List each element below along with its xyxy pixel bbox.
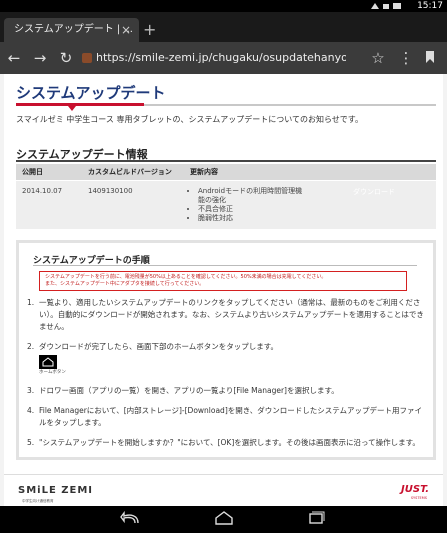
menu-icon[interactable]: ⋮ (396, 48, 416, 68)
close-tab-icon[interactable]: × (121, 18, 131, 42)
update-info-table: 公開日 カスタムビルドバージョン 更新内容 2014.10.07 1409130… (16, 164, 436, 229)
nav-home-icon[interactable] (212, 511, 236, 529)
intro-text: スマイルゼミ 中学生コース 専用タブレットの、システムアップデートについてのお知… (16, 115, 364, 124)
change-item: 不具合修正 (198, 205, 306, 214)
step-item: 5. "システムアップデートを開始しますか？"において、[OK]を選択します。そ… (25, 437, 425, 449)
page-title: システムアップデート (16, 84, 166, 102)
title-accent-pointer (68, 106, 76, 111)
step-text: 一覧より、適用したいシステムアップデートのリンクをタップしてください（通常は、最… (39, 298, 424, 331)
forward-arrow-icon[interactable]: → (30, 48, 50, 68)
logo-subtitle: 中学生向け通信教育 (22, 499, 54, 503)
step-item: 2. ダウンロードが完了したら、画面下部のホームボタンをタップします。 (25, 341, 425, 353)
web-content: システムアップデート スマイルゼミ 中学生コース 専用タブレットの、システムアッ… (0, 74, 447, 506)
bookmark-star-icon[interactable]: ☆ (368, 48, 388, 68)
home-button-icon (39, 355, 57, 369)
warning-box: システムアップデートを行う前に、電池残量が50%以上あることを確認してください。… (39, 271, 407, 291)
address-bar[interactable]: https://smile-zemi.jp/chugaku/osupdateha… (96, 48, 346, 68)
clock: 15:17 (417, 1, 443, 11)
nav-back-icon[interactable] (118, 510, 142, 529)
page-body: システムアップデート スマイルゼミ 中学生コース 専用タブレットの、システムアッ… (4, 74, 443, 506)
cell-date: 2014.10.07 (16, 180, 82, 229)
step-text: "システムアップデートを開始しますか？"において、[OK]を選択します。その後は… (39, 438, 420, 447)
reload-icon[interactable]: ↻ (56, 48, 76, 68)
site-favicon-icon (82, 53, 92, 63)
smile-zemi-logo[interactable]: SMiLE ZEMI (18, 485, 93, 496)
step-item: 4. File Managerにおいて、[内部ストレージ]-[Download]… (25, 405, 425, 429)
tab-title: システムアップデート | ... (14, 24, 133, 35)
home-button-caption: ホームボタン (39, 370, 66, 375)
step-list: 1. 一覧より、適用したいシステムアップデートのリンクをタップしてください（通常… (25, 297, 425, 457)
step-number: 1. (27, 298, 35, 307)
page-footer: SMiLE ZEMI 中学生向け通信教育 JUST. SYSTEMS (4, 474, 443, 506)
step-text: ダウンロードが完了したら、画面下部のホームボタンをタップします。 (39, 342, 279, 351)
device-frame: 15:17 システムアップデート | ... × + ← → ↻ https:/… (0, 0, 447, 533)
step-text: File Managerにおいて、[内部ストレージ]-[Download]を開き… (39, 406, 422, 427)
step-item: 3. ドロワー画面（アプリの一覧）を開き、アプリの一覧より[File Manag… (25, 385, 425, 397)
browser-tab-strip: システムアップデート | ... × + (0, 12, 447, 42)
change-item: Androidモードの利用時間管理機能の強化 (198, 187, 306, 205)
procedure-rule (33, 265, 417, 266)
step-text: ドロワー画面（アプリの一覧）を開き、アプリの一覧より[File Manager]… (39, 386, 339, 395)
step-number: 2. (27, 342, 35, 351)
android-nav-bar (0, 506, 447, 533)
col-version: カスタムビルドバージョン (82, 164, 184, 181)
change-item: 脆弱性対応 (198, 214, 306, 223)
new-tab-icon[interactable]: + (143, 22, 156, 38)
col-date: 公開日 (16, 164, 82, 181)
nav-recents-icon[interactable] (304, 511, 328, 529)
download-button[interactable]: ダウンロード (312, 180, 436, 229)
cell-changes: Androidモードの利用時間管理機能の強化 不具合修正 脆弱性対応 (184, 180, 312, 229)
title-accent-bar (16, 103, 144, 106)
step-number: 5. (27, 438, 35, 447)
step-item: 1. 一覧より、適用したいシステムアップデートのリンクをタップしてください（通常… (25, 297, 425, 333)
procedure-box: システムアップデートの手順 システムアップデートを行う前に、電池残量が50%以上… (16, 240, 436, 460)
browser-tab[interactable]: システムアップデート | ... × (4, 18, 139, 42)
justsystems-logo[interactable]: JUST. (401, 484, 429, 495)
info-heading-rule (16, 160, 436, 162)
browser-toolbar: ← → ↻ https://smile-zemi.jp/chugaku/osup… (0, 42, 447, 74)
cell-version: 1409130100 (82, 180, 184, 229)
status-bar: 15:17 (0, 0, 447, 12)
back-arrow-icon[interactable]: ← (4, 48, 24, 68)
table-row: 2014.10.07 1409130100 Androidモードの利用時間管理機… (16, 180, 436, 229)
table-header-row: 公開日 カスタムビルドバージョン 更新内容 (16, 164, 436, 181)
bookmark-ribbon-icon[interactable] (420, 48, 440, 68)
warning-line: また、システムアップデート中にアダプタを接続して行ってください。 (45, 281, 205, 287)
step-number: 4. (27, 406, 35, 415)
justsystems-subtitle: SYSTEMS (410, 496, 427, 500)
col-changes: 更新内容 (184, 164, 312, 181)
warning-line: システムアップデートを行う前に、電池残量が50%以上あることを確認してください。… (45, 274, 327, 280)
col-download (312, 164, 436, 181)
step-number: 3. (27, 386, 35, 395)
